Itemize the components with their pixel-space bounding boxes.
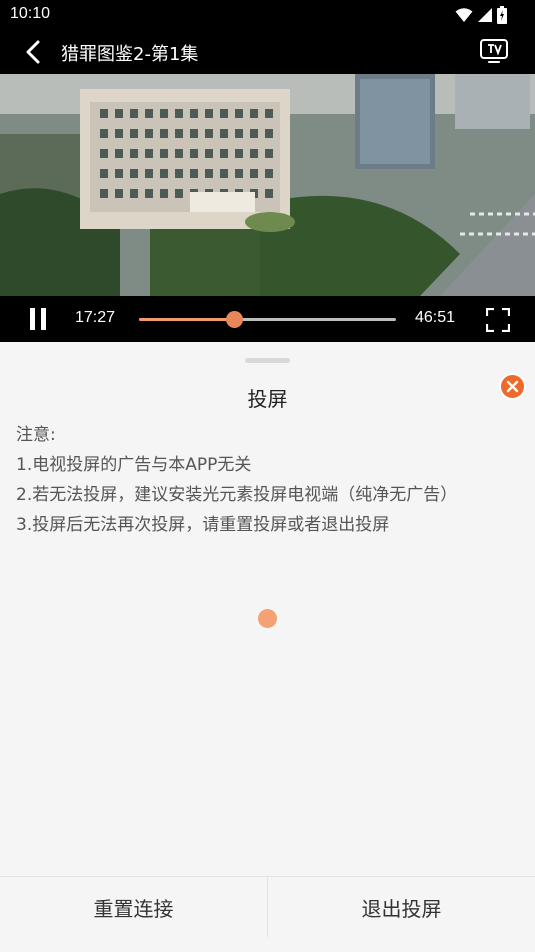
notice-item: 3.投屏后无法再次投屏，请重置投屏或者退出投屏: [16, 515, 390, 535]
pause-icon[interactable]: [27, 308, 49, 330]
notice-heading: 注意:: [16, 425, 56, 445]
wifi-icon: [455, 8, 473, 22]
video-title: 猎罪图鉴2-第1集: [61, 44, 199, 65]
current-time: 17:27: [75, 309, 116, 326]
top-bar: 猎罪图鉴2-第1集: [0, 30, 535, 74]
tv-cast-icon[interactable]: [479, 37, 509, 65]
status-icons: [455, 6, 507, 24]
duration: 46:51: [415, 309, 456, 326]
close-icon[interactable]: [501, 375, 524, 398]
video-player[interactable]: 17:27 46:51: [0, 74, 535, 342]
status-bar: 10:10: [0, 0, 535, 30]
battery-icon: [497, 6, 507, 24]
sheet-title: 投屏: [247, 387, 288, 411]
notice-list: 注意: 1.电视投屏的广告与本APP无关 2.若无法投屏，建议安装光元素投屏电视…: [16, 420, 457, 540]
player-controls: 17:27 46:51: [0, 296, 535, 342]
progress-fill: [139, 318, 235, 321]
status-time: 10:10: [10, 5, 51, 22]
progress-track[interactable]: [139, 311, 396, 328]
reset-connection-button[interactable]: 重置连接: [0, 877, 267, 937]
fullscreen-icon[interactable]: [486, 308, 510, 332]
cast-sheet: 投屏 注意: 1.电视投屏的广告与本APP无关 2.若无法投屏，建议安装光元素投…: [0, 345, 535, 952]
notice-item: 1.电视投屏的广告与本APP无关: [16, 455, 252, 475]
back-arrow-icon[interactable]: [20, 38, 48, 66]
progress-thumb[interactable]: [226, 311, 244, 328]
exit-cast-button[interactable]: 退出投屏: [268, 877, 535, 937]
notice-item: 2.若无法投屏，建议安装光元素投屏电视端（纯净无广告）: [16, 485, 458, 505]
video-frame-image: [0, 74, 535, 296]
drag-handle[interactable]: [245, 358, 290, 363]
loading-indicator: [258, 609, 277, 628]
action-bar: 重置连接 退出投屏: [0, 876, 535, 952]
signal-icon: [478, 8, 492, 22]
